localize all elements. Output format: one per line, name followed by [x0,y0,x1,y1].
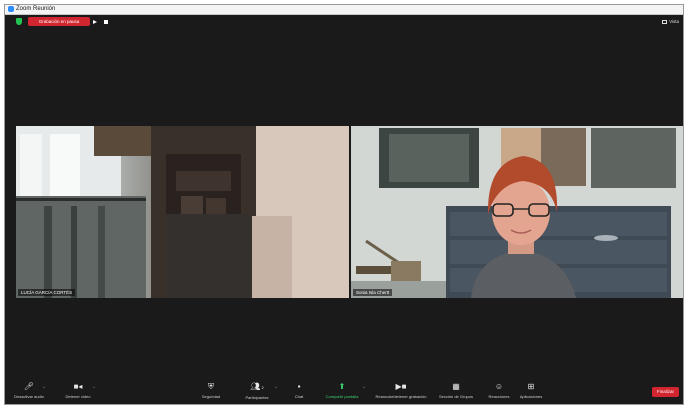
share-screen-icon: ⬆ [338,382,346,391]
apps-icon: ⊞ [527,382,535,391]
security-button[interactable]: ⛨ Seguridad [202,382,220,399]
meeting-top-bar: Grabación en pausa Vista [5,14,683,28]
participant-name-tag: Sonia Isla Chertt [353,289,393,296]
video-camera-icon: ■◂ [73,382,83,391]
breakout-rooms-icon: ▦ [452,382,460,391]
meeting-controls-toolbar: 🎤︎ Desactivar audio ^ ■◂ Detener video ^… [5,380,683,404]
microphone-icon: 🎤︎ [23,382,35,391]
grid-view-icon [662,19,668,24]
stop-recording-icon[interactable] [104,20,108,24]
recording-control-button[interactable]: ▶■ Reanudar/detener grabación [376,382,427,399]
reactions-label: Reacciones [488,394,510,399]
video-options-chevron-icon[interactable]: ^ [93,385,95,390]
share-options-chevron-icon[interactable]: ^ [363,385,365,390]
zoom-app-icon [8,6,14,12]
mute-audio-button[interactable]: 🎤︎ Desactivar audio [14,382,44,399]
mute-audio-label: Desactivar audio [14,394,44,399]
view-label: Vista [669,19,679,24]
resume-recording-icon[interactable] [93,20,97,24]
security-shield-icon: ⛨ [208,382,214,391]
participant-name-tag: LUCÍA GARCÍA CORTÉS [18,289,76,296]
participants-button[interactable]: 👥︎2 Participantes [245,382,268,400]
reactions-button[interactable]: ☺ Reacciones [489,382,510,399]
end-meeting-button[interactable]: Finalizar [652,387,679,397]
stop-video-label: Detener video [65,394,91,399]
participant-video-tile-2[interactable]: Sonia Isla Chertt [351,126,683,298]
participants-label: Participantes [245,395,269,400]
chat-button[interactable]: ▪ Chat [295,382,303,399]
breakout-rooms-button[interactable]: ▦ Sección de Grupos [439,382,473,399]
participants-options-chevron-icon[interactable]: ^ [275,385,277,390]
recording-status-badge: Grabación en pausa [28,17,90,26]
security-shield-icon[interactable] [16,18,22,25]
apps-button[interactable]: ⊞ Aplicaciones [520,382,542,399]
chat-icon: ▪ [297,382,301,391]
share-screen-label: Compartir pantalla [325,394,359,399]
participants-count: 2 [261,385,264,390]
window-title: Zoom Reunión [16,6,56,12]
participant-video-tile-1[interactable]: LUCÍA GARCÍA CORTÉS [16,126,349,298]
reactions-icon: ☺ [494,382,504,391]
breakout-rooms-label: Sección de Grupos [438,394,474,399]
zoom-window: Zoom Reunión Grabación en pausa Vista LU… [4,4,684,405]
video-frame-2 [351,126,683,298]
recording-control-label: Reanudar/detener grabación [375,394,427,399]
chat-label: Chat [294,394,304,399]
apps-label: Aplicaciones [519,394,543,399]
pause-stop-recording-icon: ▶■ [395,382,407,391]
participants-icon: 👥︎2 [250,382,264,391]
video-frame-1 [16,126,349,298]
stop-video-button[interactable]: ■◂ Detener video [66,382,91,399]
security-label: Seguridad [201,394,221,399]
view-button[interactable]: Vista [662,17,679,26]
audio-options-chevron-icon[interactable]: ^ [43,385,45,390]
share-screen-button[interactable]: ⬆ Compartir pantalla [326,382,359,399]
